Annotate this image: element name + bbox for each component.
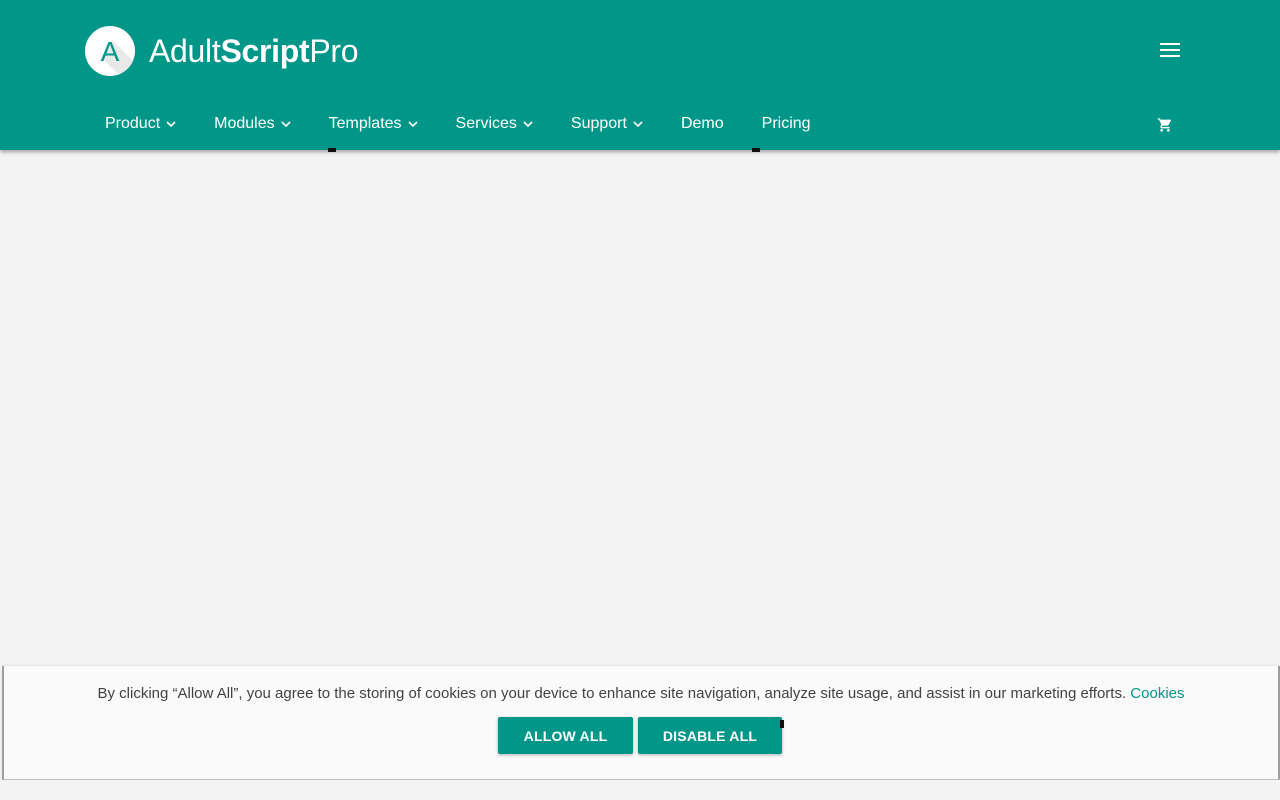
brand-name: AdultScriptPro <box>149 32 359 70</box>
nav-item-label: Templates <box>328 115 402 132</box>
nav-indicator-mark <box>752 148 760 152</box>
chevron-down-icon <box>633 121 643 127</box>
logo-badge: A <box>85 26 135 76</box>
brand-name-part-2: Script <box>220 32 310 69</box>
nav-item-templates[interactable]: Templates <box>314 100 433 148</box>
nav-item-label: Modules <box>214 115 275 132</box>
nav-item-demo[interactable]: Demo <box>666 100 739 148</box>
chevron-down-icon <box>407 121 418 127</box>
hamburger-menu-button[interactable] <box>1156 36 1184 64</box>
nav-indicator-mark <box>328 148 336 152</box>
cursor-mark <box>780 720 784 728</box>
nav-item-product[interactable]: Product <box>90 100 191 148</box>
nav-item-pricing[interactable]: Pricing <box>747 100 826 148</box>
chevron-down-icon <box>523 121 533 127</box>
nav-item-label: Demo <box>680 115 724 132</box>
main-nav: Product Modules Templates Services Suppo… <box>90 100 826 148</box>
cookie-consent-banner: By clicking “Allow All”, you agree to th… <box>2 666 1280 780</box>
nav-item-label: Support <box>570 115 627 132</box>
nav-item-label: Services <box>455 115 517 132</box>
brand-name-part-1: Adult <box>149 32 221 69</box>
nav-item-support[interactable]: Support <box>556 100 658 148</box>
cookie-message-text: By clicking “Allow All”, you agree to th… <box>97 685 1127 702</box>
cart-button[interactable] <box>1154 114 1176 136</box>
nav-item-services[interactable]: Services <box>441 100 548 148</box>
chevron-down-icon <box>166 121 176 127</box>
nav-item-label: Product <box>105 115 161 132</box>
disable-all-button[interactable]: DISABLE ALL <box>638 717 782 754</box>
brand-name-part-3: Pro <box>309 32 359 69</box>
site-header: A AdultScriptPro Product Modules Templat… <box>0 0 1280 150</box>
shopping-cart-icon <box>1157 118 1172 132</box>
chevron-down-icon <box>281 121 291 127</box>
nav-item-modules[interactable]: Modules <box>199 100 305 148</box>
page: A AdultScriptPro Product Modules Templat… <box>0 0 1280 800</box>
cookie-message: By clicking “Allow All”, you agree to th… <box>4 685 1278 702</box>
allow-all-button[interactable]: ALLOW ALL <box>498 717 633 754</box>
nav-item-label: Pricing <box>761 115 811 132</box>
hamburger-menu-icon <box>1160 43 1180 57</box>
site-logo[interactable]: A AdultScriptPro <box>85 26 359 76</box>
cookie-actions: ALLOW ALL DISABLE ALL <box>498 717 782 754</box>
logo-a-icon: A <box>101 36 135 76</box>
cookies-link[interactable]: Cookies <box>1130 685 1184 702</box>
logo-letter: A <box>101 36 120 67</box>
